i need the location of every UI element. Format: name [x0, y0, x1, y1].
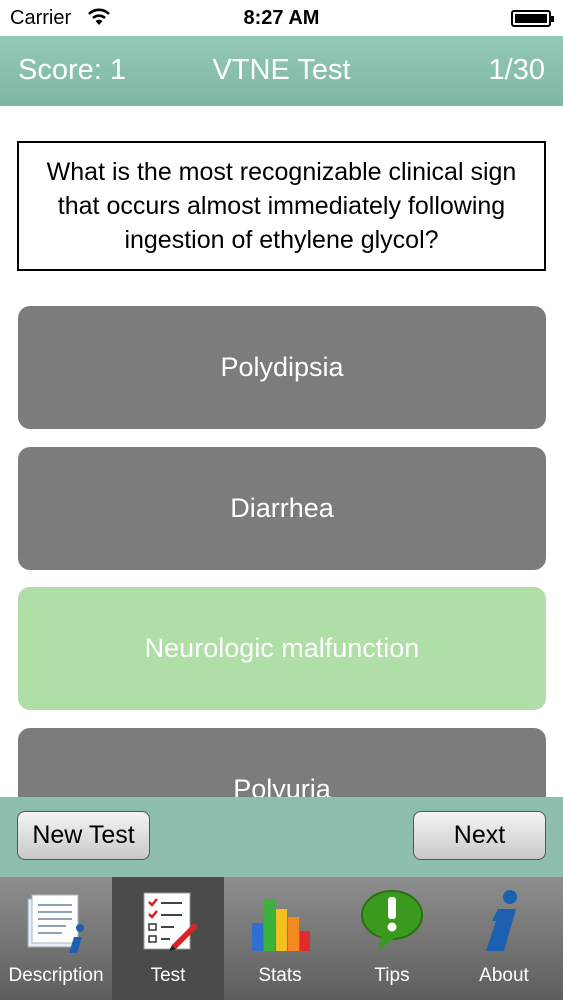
tab-description[interactable]: Description	[0, 877, 112, 1000]
answer-option-1[interactable]: Polydipsia	[18, 306, 546, 429]
answer-list: What is the most recognizable clinical s…	[0, 0, 563, 798]
answer-label: Polydipsia	[220, 352, 344, 382]
tab-label: About	[479, 965, 529, 986]
tab-label: Test	[150, 965, 186, 986]
question-box: What is the most recognizable clinical s…	[17, 141, 546, 271]
info-icon	[486, 890, 517, 951]
answer-label: Neurologic malfunction	[144, 633, 420, 663]
tab-label: Tips	[374, 965, 410, 986]
new-test-button[interactable]: New Test	[17, 811, 150, 860]
answer-option-2[interactable]: Diarrhea	[18, 447, 546, 570]
question-text: What is the most recognizable clinical s…	[46, 158, 517, 254]
quiz-screen: Carrier 8:27 AM Score: 1 VTNE Test 1/30 …	[0, 0, 563, 1000]
answer-option-3[interactable]: Neurologic malfunction	[18, 587, 546, 710]
tab-bar: Description Test Stats Tips About	[0, 877, 563, 1000]
tab-tips[interactable]: Tips	[336, 877, 448, 1000]
action-bar: New Test Next	[0, 797, 563, 877]
checklist-icon	[143, 892, 198, 951]
tab-stats[interactable]: Stats	[224, 877, 336, 1000]
tab-test[interactable]: Test	[112, 877, 224, 1000]
tab-label: Stats	[258, 965, 302, 986]
answer-option-4[interactable]: Polyuria	[18, 728, 546, 798]
tab-about[interactable]: About	[448, 877, 560, 1000]
description-icon	[27, 894, 84, 953]
exclamation-bubble-icon	[361, 890, 423, 951]
answer-label: Polyuria	[233, 774, 331, 798]
next-button[interactable]: Next	[413, 811, 546, 860]
bar-chart-icon	[252, 899, 310, 951]
tab-label: Description	[8, 965, 104, 986]
answer-label: Diarrhea	[230, 493, 334, 523]
